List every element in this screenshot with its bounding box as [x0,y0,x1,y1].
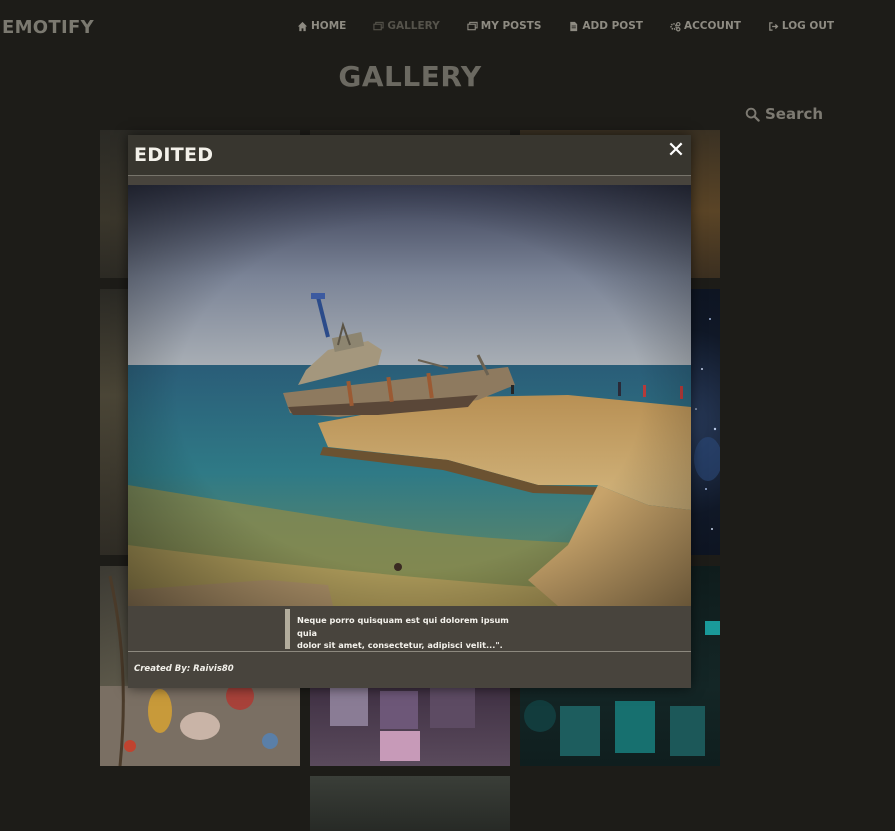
file-icon [570,21,578,31]
gallery-tile[interactable] [310,776,510,831]
close-icon[interactable]: ✕ [665,140,687,162]
nav-gallery-label: GALLERY [387,20,440,32]
nav-gallery[interactable]: GALLERY [373,20,440,32]
gears-icon [670,21,681,31]
main-nav: HOME GALLERY MY POSTS ADD POST ACCOUNT L… [297,20,861,32]
modal-title: EDITED [134,144,214,166]
nav-log-out-label: LOG OUT [781,20,835,32]
image-description: Neque porro quisquam est qui dolorem ips… [285,609,530,650]
images-icon [467,21,478,30]
shipwreck-photo [128,185,691,606]
search-icon [745,107,760,122]
nav-my-posts[interactable]: MY POSTS [467,20,542,32]
home-icon [297,21,308,31]
sign-out-icon [769,21,779,31]
images-icon [373,21,384,30]
nav-home[interactable]: HOME [297,20,346,32]
image-modal: EDITED ✕ Neque porro quisquam est qui do… [128,135,691,688]
search-button[interactable]: Search [745,105,823,123]
nav-log-out[interactable]: LOG OUT [768,20,834,32]
nav-my-posts-label: MY POSTS [480,20,542,32]
description-line-1: Neque porro quisquam est qui dolorem ips… [297,615,509,638]
nav-account-label: ACCOUNT [683,20,741,32]
modal-header: EDITED ✕ [128,135,691,176]
modal-image [128,185,691,606]
created-by: Created By: Raivis80 [134,664,234,674]
page-title: GALLERY [338,60,482,93]
nav-add-post-label: ADD POST [582,20,643,32]
nav-add-post[interactable]: ADD POST [568,20,643,32]
nav-account[interactable]: ACCOUNT [670,20,741,32]
nav-home-label: HOME [311,20,347,32]
search-label: Search [765,105,824,123]
description-line-2: dolor sit amet, consectetur, adipisci ve… [297,640,503,650]
modal-divider [128,651,691,652]
brand-logo[interactable]: EMOTIFY [2,17,94,38]
